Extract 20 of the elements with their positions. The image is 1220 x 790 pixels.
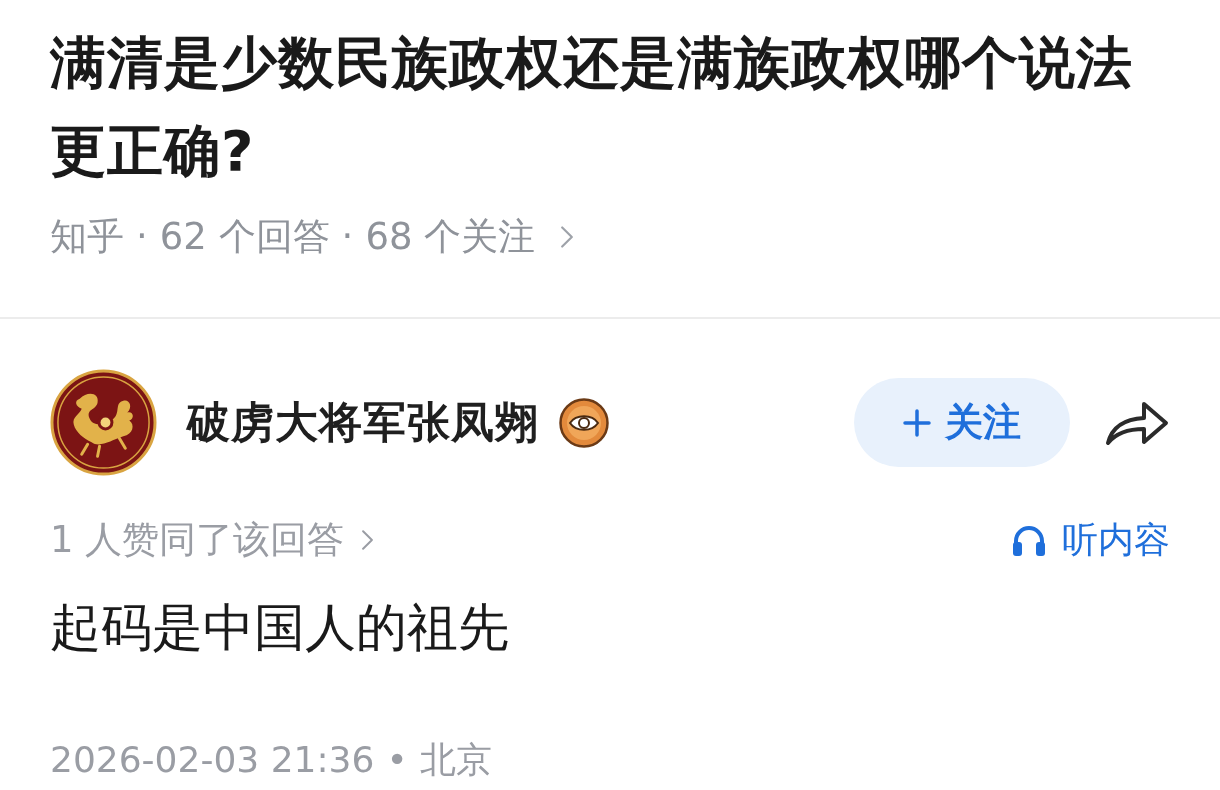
upvote-summary[interactable]: 1 人赞同了该回答 (50, 512, 345, 568)
chevron-right-icon (561, 226, 574, 248)
post-timestamp: 2026-02-03 21:36 (50, 738, 375, 782)
separator-dot: • (386, 738, 408, 782)
question-meta[interactable]: 知乎 (50, 209, 124, 265)
question-title: 满清是少数民族政权还是满族政权哪个说法更正确? (50, 29, 1134, 185)
question-meta[interactable]: 68 个关注 (365, 209, 536, 265)
plus-icon (903, 408, 931, 437)
follow-button[interactable]: 关注 (854, 378, 1070, 467)
post-location: 北京 (419, 738, 492, 782)
eye-badge-icon (559, 397, 609, 448)
chevron-right-icon (362, 530, 374, 550)
separator-dot: · (341, 214, 354, 261)
listen-button[interactable]: 听内容 (1012, 513, 1170, 567)
emblem-avatar[interactable] (50, 369, 157, 476)
headphones-icon (1012, 524, 1046, 556)
author-name[interactable]: 破虏大将军张凤翙 (187, 390, 539, 455)
answer-text: 起码是中国人的祖先 (50, 597, 510, 659)
question-meta[interactable]: 62 个回答 (159, 209, 330, 265)
separator-dot: · (136, 214, 148, 261)
